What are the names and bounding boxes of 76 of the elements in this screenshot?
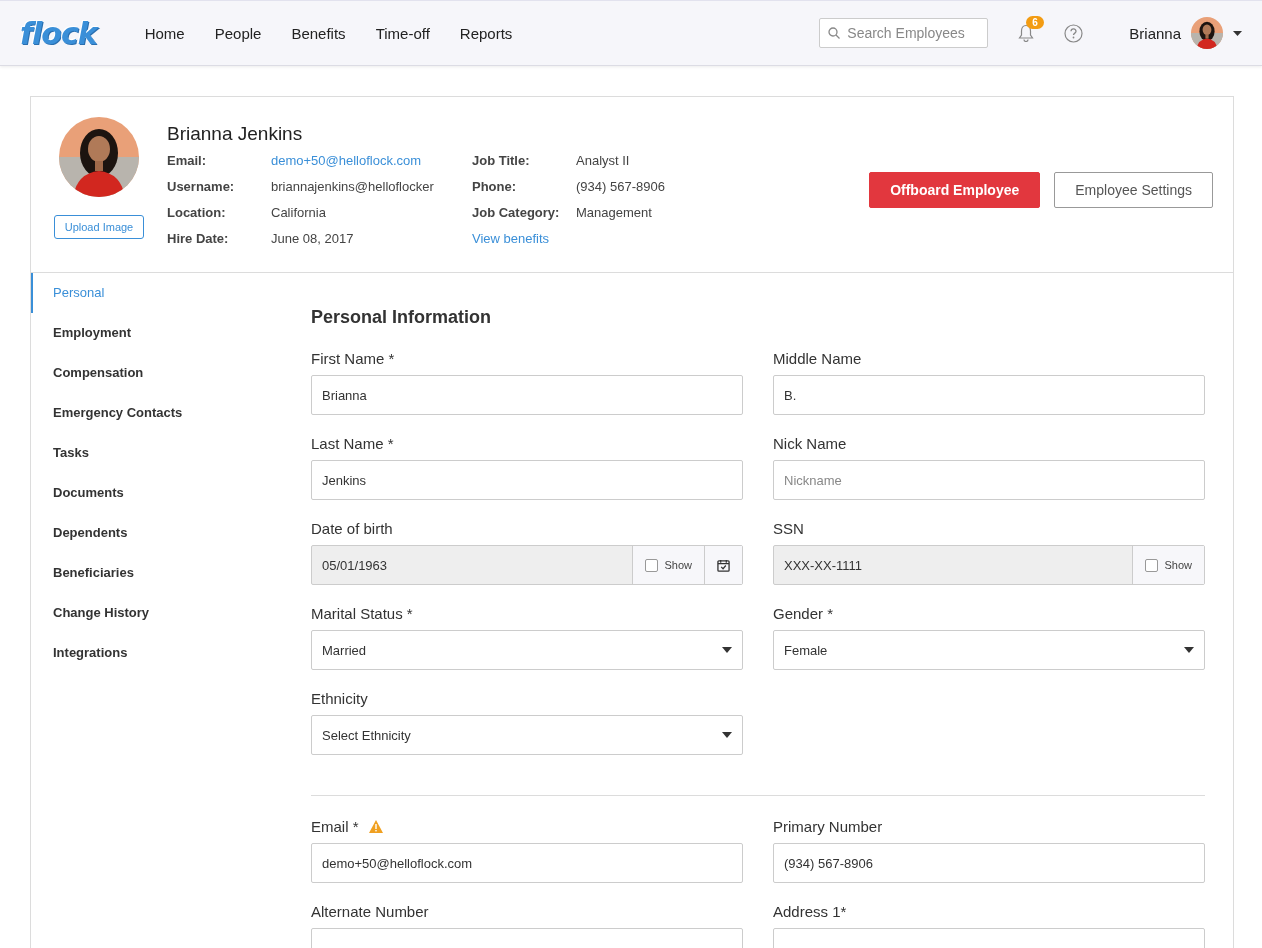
field-label: Ethnicity (311, 690, 368, 707)
field-label: Last Name * (311, 435, 394, 452)
detail-label: Job Title: (472, 153, 531, 168)
detail-value: California (271, 205, 327, 220)
sidebar-item[interactable]: Documents (31, 473, 281, 513)
detail-value: (934) 567-8906 (576, 179, 666, 194)
detail-label: Email: (167, 153, 207, 168)
show-toggle[interactable]: Show (632, 546, 704, 584)
sidebar-item[interactable]: Beneficiaries (31, 553, 281, 593)
text-field[interactable]: (934) 567-8906 (773, 843, 1205, 883)
caret-icon (722, 732, 732, 738)
text-field[interactable]: demo+50@helloflock.com (311, 843, 743, 883)
detail-value: Management (576, 205, 653, 220)
detail-label: Job Category: (472, 205, 561, 220)
email-link[interactable]: demo+50@helloflock.com (271, 153, 456, 168)
employee-name: Brianna Jenkins (167, 123, 304, 145)
caret-icon (1184, 647, 1194, 653)
detail-label: Phone: (472, 179, 518, 194)
text-field[interactable]: Jenkins (311, 460, 743, 500)
field-label: Email * (311, 818, 359, 835)
notification-badge: 6 (1026, 16, 1044, 29)
checkbox[interactable] (645, 558, 659, 572)
sidebar-item[interactable]: Compensation (31, 353, 281, 393)
text-field[interactable]: B. (773, 375, 1205, 415)
dropdown[interactable]: Select Ethnicity (311, 715, 743, 755)
nav-link[interactable]: Benefits (291, 24, 346, 42)
user-name[interactable]: Brianna (1129, 24, 1181, 42)
field-label: Address 1* (773, 903, 847, 920)
field-label: Date of birth (311, 520, 393, 537)
view-benefits-link[interactable]: View benefits (472, 231, 772, 246)
detail-label: Location: (167, 205, 227, 220)
detail-value: briannajenkins@helloflocker (271, 179, 435, 194)
sidebar-item[interactable]: Change History (31, 593, 281, 633)
field-label: Nick Name (773, 435, 847, 452)
dropdown[interactable]: Female (773, 630, 1205, 670)
sidebar-item[interactable]: Emergency Contacts (31, 393, 281, 433)
field-label: SSN (773, 520, 804, 537)
dropdown[interactable]: Married (311, 630, 743, 670)
nav-link[interactable]: Reports (459, 24, 513, 42)
masked-field[interactable]: XXX-XX-1111 Show (773, 545, 1205, 585)
sidebar-item[interactable]: Tasks (31, 433, 281, 473)
detail-label: Username: (167, 179, 236, 194)
help-button[interactable] (1064, 23, 1084, 43)
field-label: Alternate Number (311, 903, 429, 920)
detail-value: Analyst II (576, 153, 631, 168)
masked-field[interactable]: 05/01/1963 Show (311, 545, 743, 585)
help-icon (1064, 23, 1084, 43)
sidebar-item[interactable]: Employment (31, 313, 281, 353)
upload-image-button[interactable]: Upload Image (53, 215, 145, 239)
detail-value: June 08, 2017 (271, 231, 355, 246)
text-field[interactable]: Nickname (773, 460, 1205, 500)
field-label: First Name * (311, 350, 395, 367)
sidebar-item[interactable]: Integrations (31, 633, 281, 673)
checkbox[interactable] (1145, 558, 1159, 572)
text-field[interactable]: Brianna (311, 375, 743, 415)
field-label: Middle Name (773, 350, 862, 367)
nav-link[interactable]: Time-off (375, 24, 430, 42)
search-icon (828, 27, 841, 39)
offboard-button[interactable]: Offboard Employee (869, 172, 1041, 208)
nav-link[interactable]: Home (144, 24, 185, 42)
caret-icon (722, 647, 732, 653)
detail-label: Hire Date: (167, 231, 230, 246)
field-label: Marital Status * (311, 605, 413, 622)
search-field[interactable]: Search Employees (819, 18, 989, 48)
show-toggle[interactable]: Show (1132, 546, 1204, 584)
caret-icon[interactable] (1233, 30, 1242, 36)
sidebar-item[interactable]: Dependents (31, 513, 281, 553)
nav-link[interactable]: People (214, 24, 262, 42)
calendar-icon (717, 558, 730, 572)
settings-button[interactable]: Employee Settings (1054, 172, 1213, 208)
section-title: Personal Information (311, 307, 493, 328)
bell-icon[interactable] (1018, 24, 1035, 42)
field-label: Primary Number (773, 818, 883, 835)
field-label: Gender * (773, 605, 834, 622)
sidebar-item[interactable]: Personal (31, 273, 281, 313)
calendar-button[interactable] (704, 546, 742, 584)
